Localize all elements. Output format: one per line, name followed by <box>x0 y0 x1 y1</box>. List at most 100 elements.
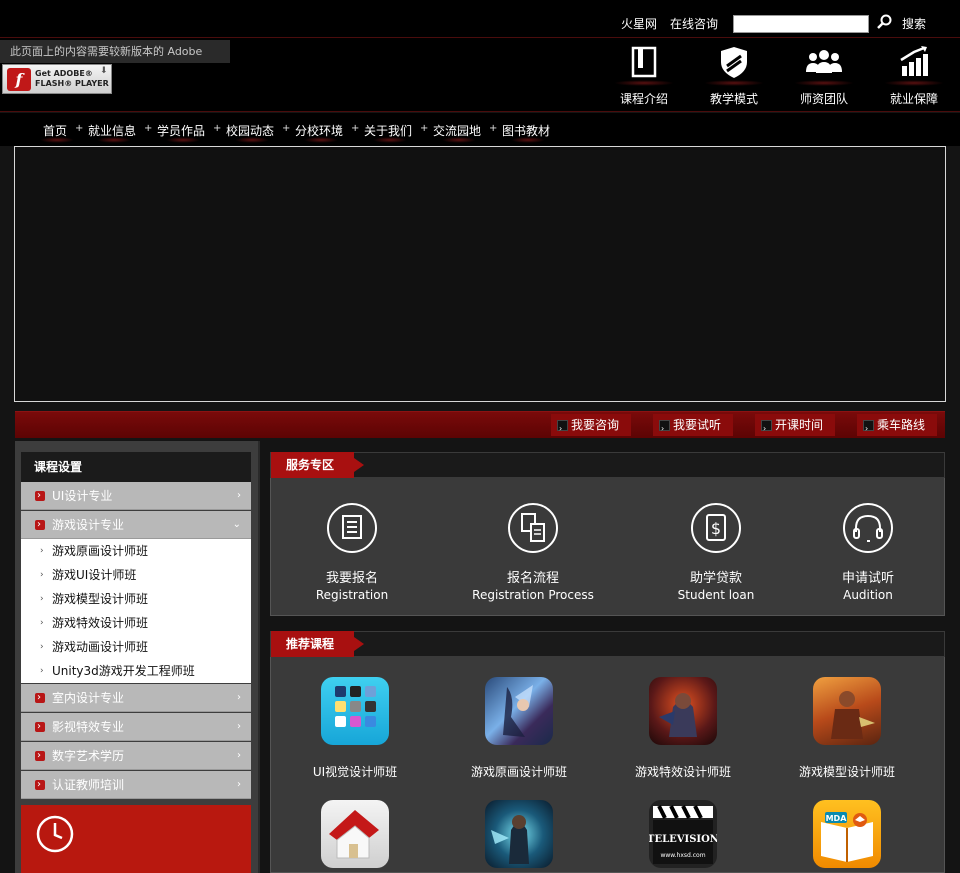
category-game-design[interactable]: 游戏设计专业⌄ <box>21 511 251 539</box>
bullet-icon <box>35 511 45 539</box>
tv-text: TELEVISION <box>649 834 717 845</box>
strip-schedule[interactable]: › 开课时间 <box>755 414 836 436</box>
app-grid-icon <box>321 677 389 745</box>
course-label: UI视觉设计师班 <box>312 765 398 779</box>
warrior-art-icon <box>649 677 717 745</box>
nav-separator: + <box>282 123 291 134</box>
search-button[interactable]: 搜索 <box>902 15 926 32</box>
growth-chart-icon <box>900 46 928 76</box>
feature-label: 课程介绍 <box>619 92 668 106</box>
feature-label: 师资团队 <box>799 92 848 106</box>
flash-get-line2: FLASH® PLAYER <box>35 79 109 88</box>
search-icon[interactable] <box>876 13 894 31</box>
headphones-icon <box>843 503 893 553</box>
arrow-icon: › <box>40 594 44 604</box>
strip-consult[interactable]: › 我要咨询 <box>551 414 632 436</box>
feature-course-intro[interactable]: 课程介绍 <box>609 44 679 110</box>
bullet-icon <box>35 684 45 712</box>
feature-faculty[interactable]: 师资团队 <box>789 44 859 110</box>
clock-icon <box>36 815 74 853</box>
service-cn-label: 助学贷款 <box>689 571 742 586</box>
strip-route[interactable]: › 乘车路线 <box>857 414 938 436</box>
course-label: 游戏原画设计师班 <box>470 765 567 779</box>
column-divider <box>258 441 260 873</box>
sub-item[interactable]: › 游戏原画设计师班 <box>40 539 148 563</box>
bullet-icon <box>35 482 45 510</box>
strip-audition[interactable]: › 我要试听 <box>653 414 734 436</box>
book-icon <box>631 46 657 78</box>
service-en-label: Audition <box>843 588 893 602</box>
online-consult-link[interactable]: 在线咨询 <box>670 15 718 32</box>
open-book-icon: MDA <box>813 800 881 868</box>
chevron-right-icon: › <box>237 490 241 501</box>
get-flash-button[interactable]: f Get ADOBE® FLASH® PLAYER ⬇ <box>2 64 112 94</box>
arrow-icon: › <box>763 424 767 433</box>
service-en-label: Registration Process <box>472 588 594 602</box>
service-cn-label: 报名流程 <box>506 571 559 586</box>
arrow-icon: › <box>40 546 44 556</box>
sub-item[interactable]: › 游戏模型设计师班 <box>40 587 148 611</box>
bullet-icon <box>35 713 45 741</box>
sub-item[interactable]: › 游戏UI设计师班 <box>40 563 136 587</box>
documents-icon <box>508 503 558 553</box>
feature-label: 就业保障 <box>889 92 938 106</box>
service-panel-header: 服务专区 <box>270 452 945 478</box>
shield-icon <box>721 47 747 78</box>
category-digital-art-degree[interactable]: 数字艺术学历› <box>21 742 251 770</box>
money-icon: $ <box>691 503 741 553</box>
sub-item[interactable]: › 游戏动画设计师班 <box>40 635 148 659</box>
fantasy-art-icon <box>485 677 553 745</box>
courses-panel-header: 推荐课程 <box>270 631 945 657</box>
sci-fi-art-icon <box>485 800 553 868</box>
category-teacher-training[interactable]: 认证教师培训› <box>21 771 251 799</box>
chevron-down-icon: ⌄ <box>232 519 241 530</box>
huoxing-link[interactable]: 火星网 <box>621 15 657 32</box>
flash-logo-icon: f <box>7 68 31 91</box>
flash-get-line1: Get ADOBE® <box>35 69 93 78</box>
download-arrow-icon: ⬇ <box>100 66 108 76</box>
nav-separator: + <box>213 123 222 134</box>
form-icon <box>327 503 377 553</box>
arrow-icon: › <box>40 666 44 676</box>
nav-separator: + <box>144 123 153 134</box>
clapperboard-icon: TELEVISION www.hxsd.com <box>649 800 717 868</box>
mda-text: MDA <box>826 814 848 823</box>
search-input[interactable] <box>733 15 869 33</box>
nav-separator: + <box>489 123 498 134</box>
arrow-icon: › <box>40 618 44 628</box>
service-en-label: Registration <box>315 588 389 602</box>
arrow-icon: › <box>40 570 44 580</box>
category-ui-design[interactable]: UI设计专业› <box>21 482 251 510</box>
sidebar-title: 课程设置 <box>21 452 251 482</box>
house-icon <box>321 800 389 868</box>
tv-url: www.hxsd.com <box>660 852 705 859</box>
chevron-right-icon: › <box>237 721 241 732</box>
feature-teaching-mode[interactable]: 教学模式 <box>699 44 769 110</box>
feature-label: 教学模式 <box>709 92 758 106</box>
svg-text:$: $ <box>711 519 721 538</box>
sub-item[interactable]: › Unity3d游戏开发工程师班 <box>40 659 195 683</box>
team-icon <box>806 50 842 73</box>
course-label: 游戏特效设计师班 <box>634 765 731 779</box>
bullet-icon <box>35 742 45 770</box>
service-cn-label: 我要报名 <box>325 571 378 586</box>
flash-notice: 此页面上的内容需要较新版本的 Adobe <box>0 40 230 63</box>
banner-flash-area <box>14 146 946 402</box>
arrow-icon: › <box>865 424 869 433</box>
hero-art-icon <box>813 677 881 745</box>
course-label: 游戏模型设计师班 <box>798 765 895 779</box>
sub-item[interactable]: › 游戏特效设计师班 <box>40 611 148 635</box>
nav-separator: + <box>420 123 429 134</box>
nav-separator: + <box>351 123 360 134</box>
arrow-icon: › <box>661 424 665 433</box>
category-interior-design[interactable]: 室内设计专业› <box>21 684 251 712</box>
category-vfx[interactable]: 影视特效专业› <box>21 713 251 741</box>
service-en-label: Student loan <box>677 588 755 602</box>
service-cn-label: 申请试听 <box>841 571 894 586</box>
feature-employment[interactable]: 就业保障 <box>879 44 949 110</box>
chevron-right-icon: › <box>237 692 241 703</box>
chevron-right-icon: › <box>237 779 241 790</box>
arrow-icon: › <box>559 424 563 433</box>
bullet-icon <box>35 771 45 799</box>
service-panel-title: 服务专区 <box>271 452 364 478</box>
